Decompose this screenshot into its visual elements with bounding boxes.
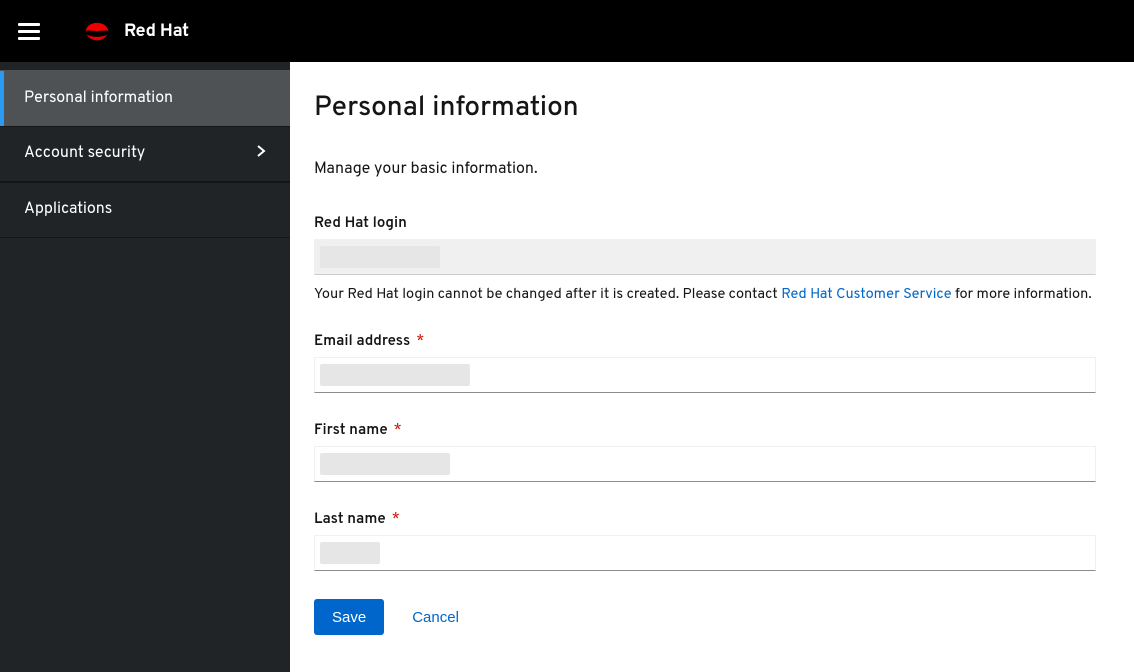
brand-name: Red Hat	[124, 20, 189, 43]
redhat-hat-icon	[78, 17, 116, 45]
required-mark: *	[416, 332, 424, 351]
field-group-email: Email address*	[314, 332, 1096, 393]
save-button[interactable]: Save	[314, 599, 384, 635]
page-subtitle: Manage your basic information.	[314, 160, 1110, 180]
email-label: Email address*	[314, 332, 1096, 351]
sidebar-item-label: Account security	[24, 144, 145, 164]
login-hint: Your Red Hat login cannot be changed aft…	[314, 285, 1096, 304]
sidebar-item-personal-info[interactable]: Personal information	[0, 70, 290, 126]
cancel-button[interactable]: Cancel	[412, 609, 459, 626]
menu-toggle-button[interactable]	[18, 18, 40, 45]
sidebar: Personal information Account security Ap…	[0, 62, 290, 672]
field-group-first-name: First name*	[314, 421, 1096, 482]
login-label: Red Hat login	[314, 214, 1096, 233]
email-field[interactable]	[314, 357, 1096, 393]
field-group-last-name: Last name*	[314, 510, 1096, 571]
main-content: Personal information Manage your basic i…	[290, 62, 1134, 672]
first-name-label: First name*	[314, 421, 1096, 440]
last-name-field[interactable]	[314, 535, 1096, 571]
top-header: Red Hat	[0, 0, 1134, 62]
page-title: Personal information	[314, 90, 1110, 126]
customer-service-link[interactable]: Red Hat Customer Service	[781, 285, 951, 304]
required-mark: *	[392, 510, 400, 529]
first-name-field[interactable]	[314, 446, 1096, 482]
last-name-label: Last name*	[314, 510, 1096, 529]
brand-logo[interactable]: Red Hat	[78, 17, 189, 45]
sidebar-item-applications[interactable]: Applications	[0, 182, 290, 238]
chevron-right-icon	[256, 144, 266, 164]
login-input	[314, 239, 1096, 275]
field-group-login: Red Hat login Your Red Hat login cannot …	[314, 214, 1096, 304]
sidebar-item-account-security[interactable]: Account security	[0, 126, 290, 182]
sidebar-item-label: Applications	[24, 200, 112, 220]
login-hint-pre: Your Red Hat login cannot be changed aft…	[314, 285, 781, 304]
sidebar-item-label: Personal information	[24, 89, 173, 109]
form-actions: Save Cancel	[314, 599, 1110, 635]
required-mark: *	[394, 421, 402, 440]
login-hint-post: for more information.	[952, 285, 1092, 304]
